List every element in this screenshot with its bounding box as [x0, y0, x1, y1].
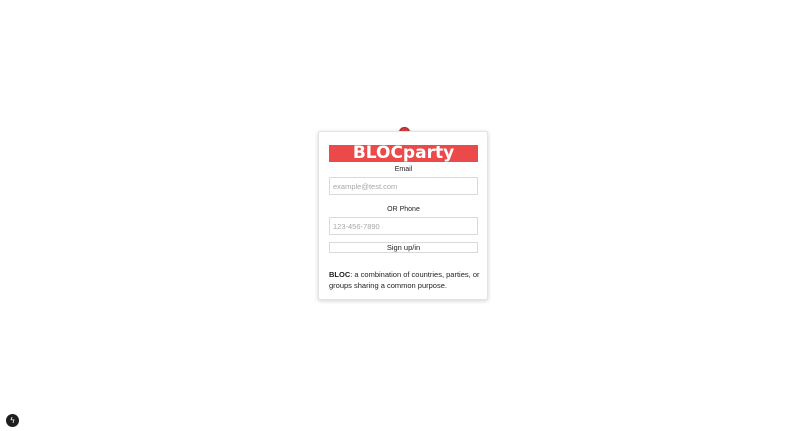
definition-term: BLOC	[329, 270, 351, 279]
email-field[interactable]	[329, 177, 478, 195]
phone-field[interactable]	[329, 217, 478, 235]
bolt-glyph: ϟ	[10, 415, 15, 425]
definition-text: : a combination of countries, parties, o…	[329, 270, 480, 290]
bloc-definition: BLOC: a combination of countries, partie…	[329, 270, 481, 291]
signup-card: BLOCparty Email OR Phone Sign up/in BLOC…	[318, 131, 488, 300]
sign-up-button[interactable]: Sign up/in	[329, 242, 478, 253]
email-label: Email	[394, 166, 413, 173]
brand-title: BLOCparty	[329, 145, 478, 162]
phone-label: OR Phone	[387, 206, 420, 213]
bolt-icon[interactable]: ϟ	[6, 414, 19, 427]
